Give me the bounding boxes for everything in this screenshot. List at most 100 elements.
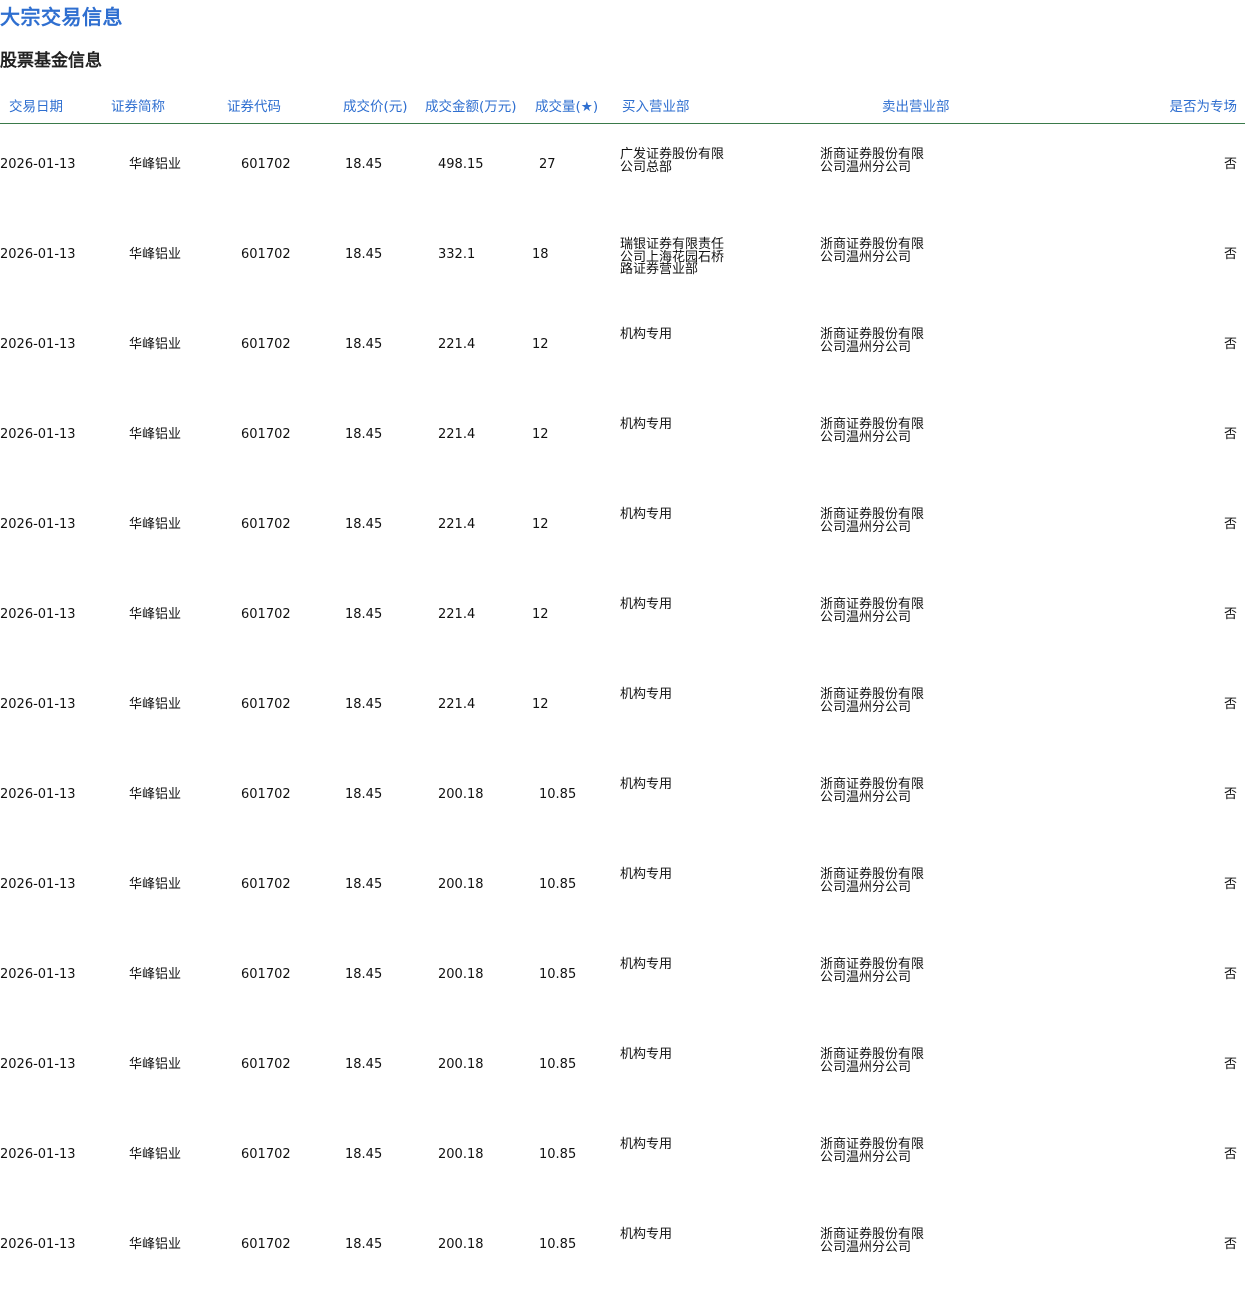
- cell-seller: 浙商证券股份有限公司温州分公司: [820, 1137, 925, 1165]
- cell-special: 否: [1223, 1147, 1237, 1162]
- cell-name: 华峰铝业: [129, 427, 182, 442]
- cell-volume: 10.85: [539, 1237, 577, 1252]
- cell-date: 2026-01-13: [0, 967, 76, 982]
- cell-date: 2026-01-13: [0, 877, 76, 892]
- cell-date: 2026-01-13: [0, 247, 76, 262]
- cell-buyer: 机构专用: [620, 327, 673, 342]
- cell-amount: 200.18: [438, 967, 484, 982]
- cell-volume: 12: [532, 607, 549, 622]
- page-title: 大宗交易信息: [0, 5, 123, 29]
- column-header-name[interactable]: 证券简称: [111, 98, 165, 116]
- cell-buyer: 瑞银证券有限责任公司上海花园石桥路证券营业部: [620, 237, 725, 277]
- column-header-amount[interactable]: 成交金额(万元): [425, 98, 517, 116]
- cell-buyer: 机构专用: [620, 1047, 673, 1062]
- cell-buyer: 机构专用: [620, 597, 673, 612]
- column-header-buyer[interactable]: 买入营业部: [622, 98, 690, 116]
- cell-volume: 12: [532, 697, 549, 712]
- cell-seller: 浙商证券股份有限公司温州分公司: [820, 327, 925, 355]
- column-header-volume[interactable]: 成交量(★): [535, 98, 598, 116]
- cell-special: 否: [1223, 967, 1237, 982]
- cell-date: 2026-01-13: [0, 787, 76, 802]
- cell-buyer: 机构专用: [620, 507, 673, 522]
- cell-name: 华峰铝业: [129, 157, 182, 172]
- column-header-seller[interactable]: 卖出营业部: [882, 98, 950, 116]
- table-row: 2026-01-13 华峰铝业 601702 18.45 221.4 12 机构专用 浙商证券…: [0, 394, 1245, 484]
- cell-amount: 221.4: [438, 697, 476, 712]
- cell-buyer: 广发证券股份有限公司总部: [620, 147, 725, 175]
- cell-code: 601702: [241, 247, 291, 262]
- cell-buyer: 机构专用: [620, 417, 673, 432]
- cell-special: 否: [1223, 337, 1237, 352]
- table-row: 2026-01-13 华峰铝业 601702 18.45 200.18 10.85 机构专用…: [0, 934, 1245, 1024]
- cell-code: 601702: [241, 517, 291, 532]
- cell-amount: 221.4: [438, 427, 476, 442]
- cell-special: 否: [1223, 1237, 1237, 1252]
- cell-date: 2026-01-13: [0, 517, 76, 532]
- cell-code: 601702: [241, 1237, 291, 1252]
- cell-name: 华峰铝业: [129, 1237, 182, 1252]
- cell-buyer: 机构专用: [620, 957, 673, 972]
- cell-amount: 200.18: [438, 1057, 484, 1072]
- cell-code: 601702: [241, 157, 291, 172]
- cell-special: 否: [1223, 697, 1237, 712]
- cell-special: 否: [1223, 877, 1237, 892]
- cell-special: 否: [1223, 517, 1237, 532]
- cell-volume: 12: [532, 517, 549, 532]
- block-trade-table: 交易日期 证券简称 证券代码 成交价(元) 成交金额(万元) 成交量(★) 买入…: [0, 92, 1245, 1294]
- cell-special: 否: [1223, 607, 1237, 622]
- cell-amount: 200.18: [438, 1147, 484, 1162]
- cell-name: 华峰铝业: [129, 517, 182, 532]
- cell-amount: 498.15: [438, 157, 484, 172]
- cell-price: 18.45: [345, 337, 383, 352]
- table-body: 2026-01-13 华峰铝业 601702 18.45 498.15 27 广发证券股份有…: [0, 124, 1245, 1294]
- cell-volume: 27: [539, 157, 556, 172]
- cell-special: 否: [1223, 787, 1237, 802]
- cell-name: 华峰铝业: [129, 967, 182, 982]
- cell-date: 2026-01-13: [0, 337, 76, 352]
- cell-price: 18.45: [345, 697, 383, 712]
- cell-seller: 浙商证券股份有限公司温州分公司: [820, 687, 925, 715]
- cell-amount: 200.18: [438, 787, 484, 802]
- cell-name: 华峰铝业: [129, 247, 182, 262]
- cell-name: 华峰铝业: [129, 1057, 182, 1072]
- table-row: 2026-01-13 华峰铝业 601702 18.45 221.4 12 机构专用 浙商证券…: [0, 664, 1245, 754]
- column-header-special[interactable]: 是否为专场: [1170, 98, 1238, 116]
- cell-code: 601702: [241, 427, 291, 442]
- cell-volume: 12: [532, 337, 549, 352]
- column-header-code[interactable]: 证券代码: [227, 98, 281, 116]
- cell-special: 否: [1223, 247, 1237, 262]
- cell-code: 601702: [241, 877, 291, 892]
- column-header-price[interactable]: 成交价(元): [343, 98, 408, 116]
- cell-volume: 10.85: [539, 967, 577, 982]
- cell-special: 否: [1223, 1057, 1237, 1072]
- section-title: 股票基金信息: [0, 51, 102, 71]
- cell-price: 18.45: [345, 427, 383, 442]
- cell-volume: 10.85: [539, 877, 577, 892]
- cell-price: 18.45: [345, 157, 383, 172]
- cell-seller: 浙商证券股份有限公司温州分公司: [820, 417, 925, 445]
- cell-name: 华峰铝业: [129, 697, 182, 712]
- cell-code: 601702: [241, 1147, 291, 1162]
- cell-volume: 18: [532, 247, 549, 262]
- cell-date: 2026-01-13: [0, 157, 76, 172]
- cell-seller: 浙商证券股份有限公司温州分公司: [820, 237, 925, 265]
- cell-seller: 浙商证券股份有限公司温州分公司: [820, 597, 925, 625]
- cell-price: 18.45: [345, 1237, 383, 1252]
- cell-seller: 浙商证券股份有限公司温州分公司: [820, 507, 925, 535]
- cell-special: 否: [1223, 157, 1237, 172]
- cell-volume: 12: [532, 427, 549, 442]
- cell-date: 2026-01-13: [0, 427, 76, 442]
- cell-amount: 221.4: [438, 517, 476, 532]
- cell-price: 18.45: [345, 787, 383, 802]
- cell-amount: 200.18: [438, 877, 484, 892]
- table-row: 2026-01-13 华峰铝业 601702 18.45 221.4 12 机构专用 浙商证券…: [0, 484, 1245, 574]
- cell-special: 否: [1223, 427, 1237, 442]
- cell-buyer: 机构专用: [620, 867, 673, 882]
- column-header-date[interactable]: 交易日期: [9, 98, 63, 116]
- cell-seller: 浙商证券股份有限公司温州分公司: [820, 147, 925, 175]
- cell-date: 2026-01-13: [0, 607, 76, 622]
- cell-price: 18.45: [345, 1057, 383, 1072]
- cell-seller: 浙商证券股份有限公司温州分公司: [820, 957, 925, 985]
- cell-price: 18.45: [345, 517, 383, 532]
- table-row: 2026-01-13 华峰铝业 601702 18.45 200.18 10.85 机构专用…: [0, 1024, 1245, 1114]
